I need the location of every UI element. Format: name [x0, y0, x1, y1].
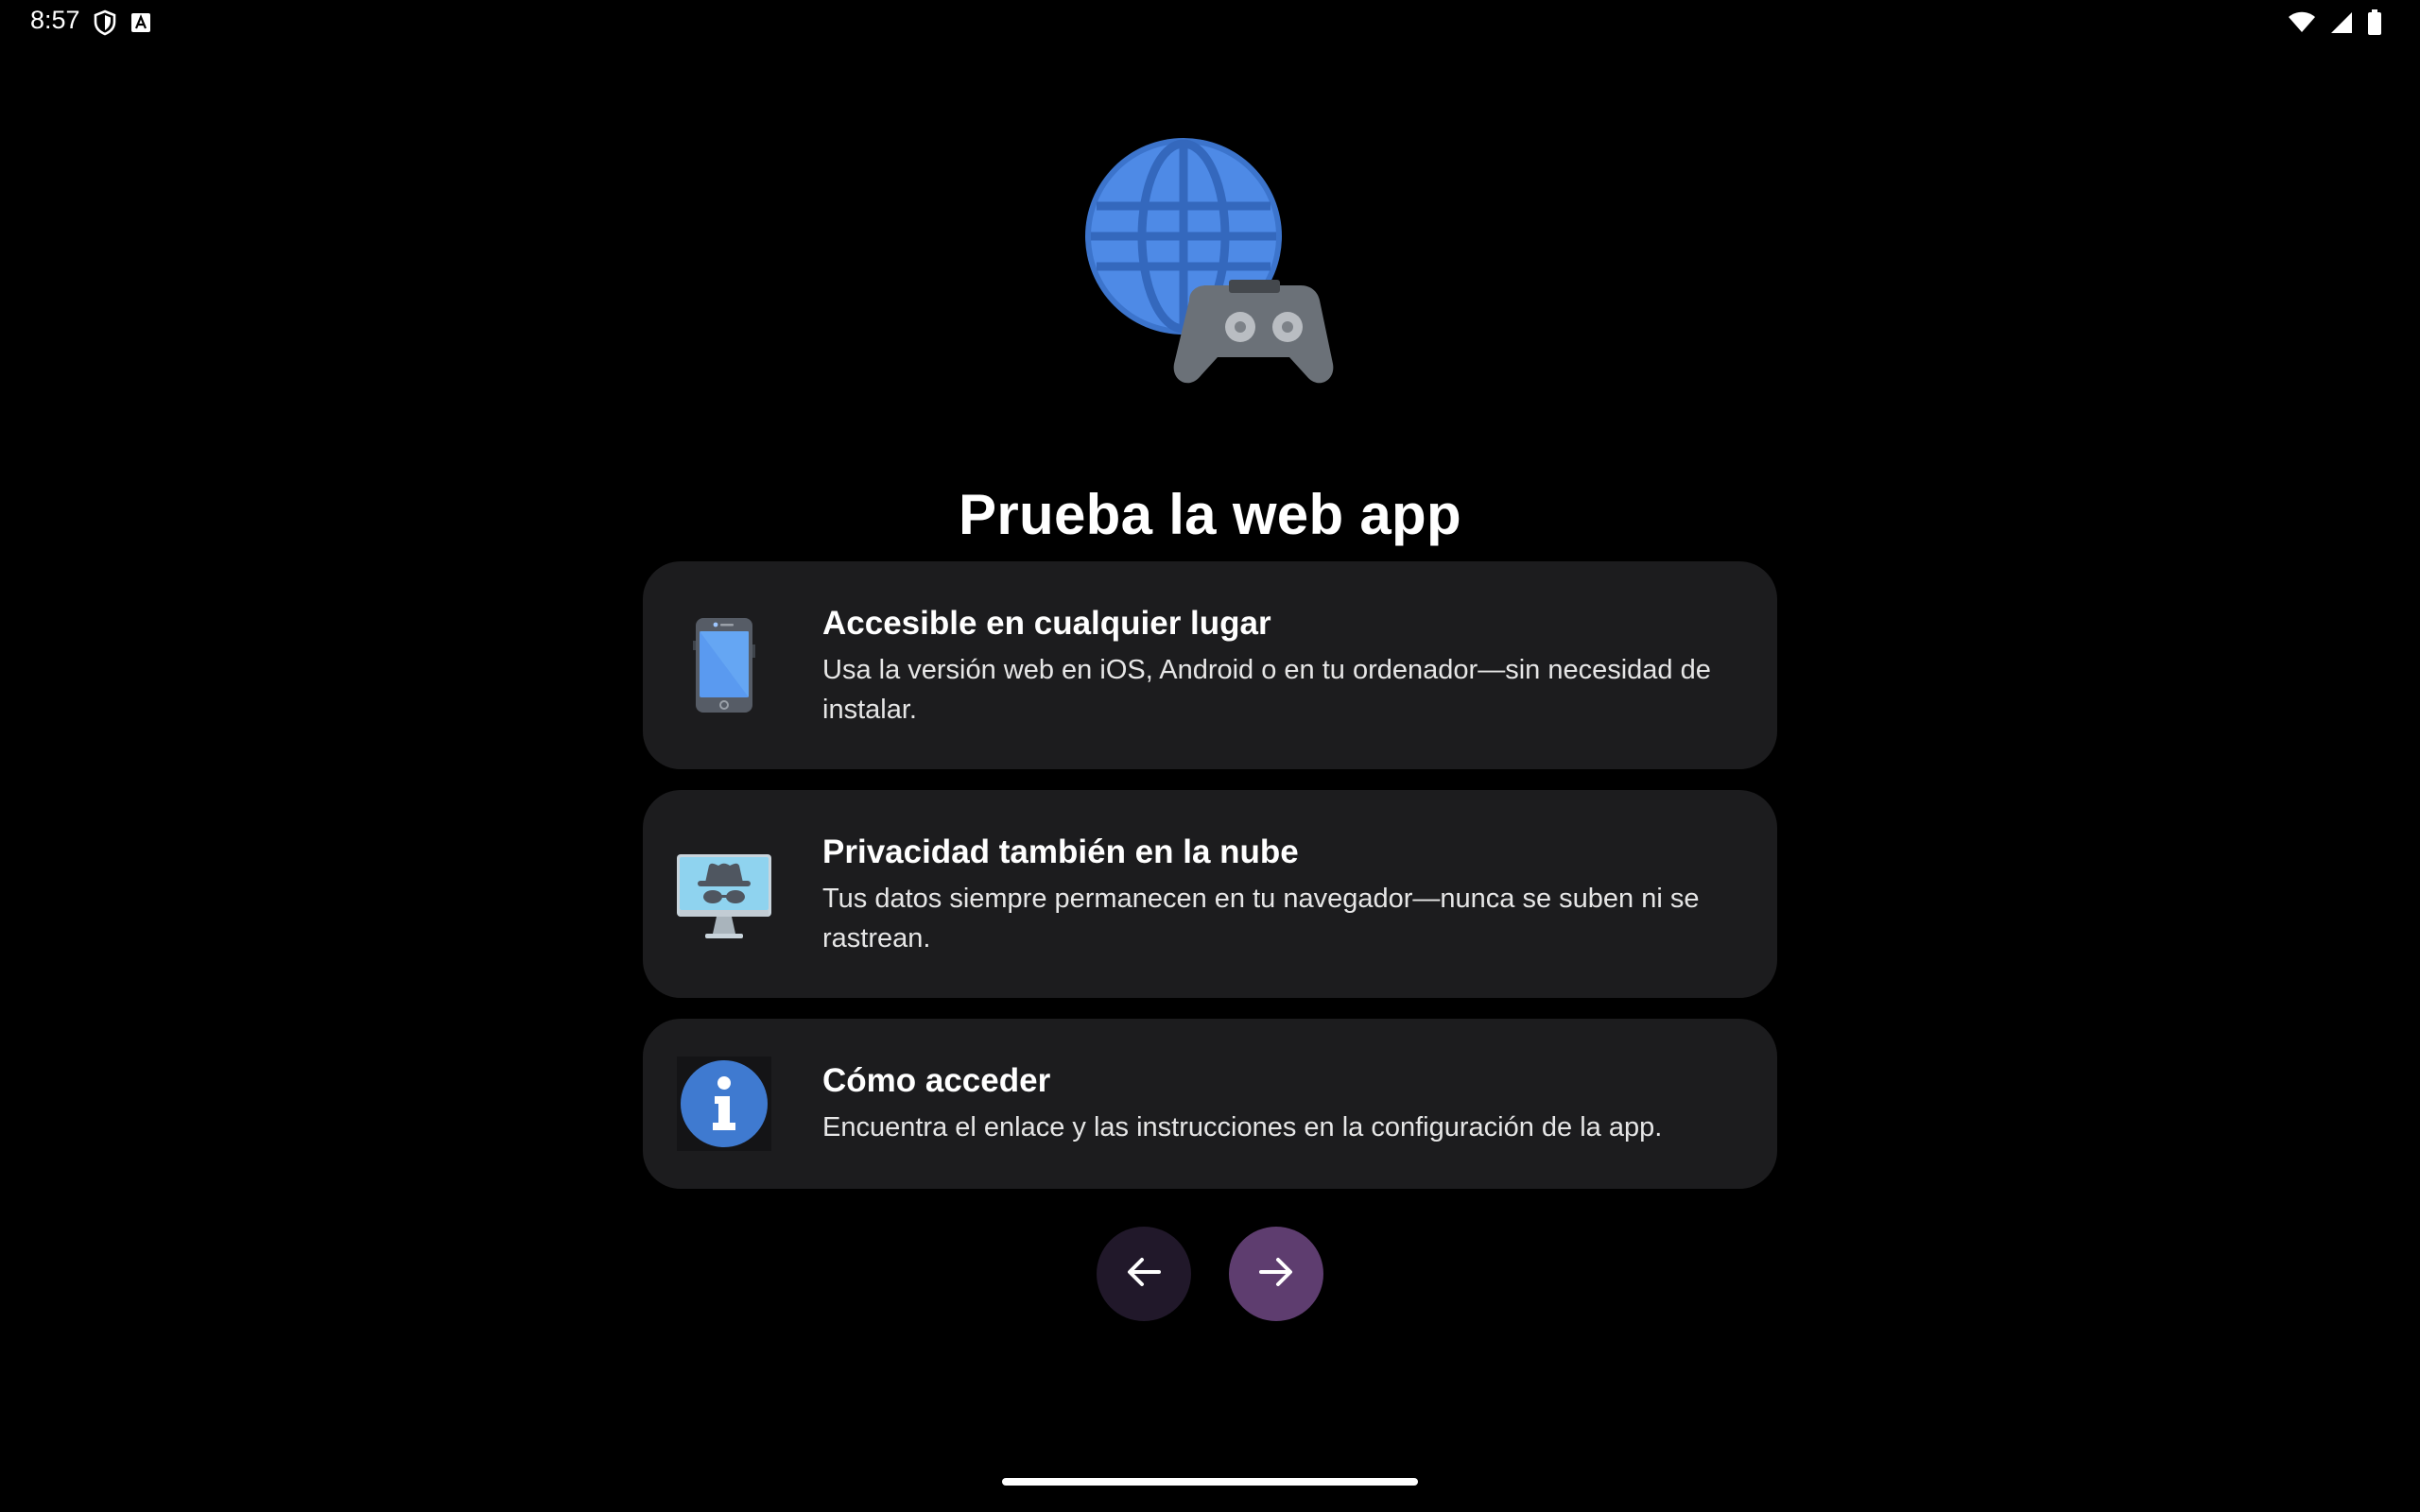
card-title: Accesible en cualquier lugar	[822, 605, 1271, 642]
status-bar: 8:57	[0, 0, 2420, 45]
feature-card-privacy: Privacidad también en la nube Tus datos …	[643, 790, 1777, 998]
card-description: Encuentra el enlace y las instrucciones …	[822, 1112, 1663, 1143]
next-button[interactable]	[1229, 1227, 1323, 1321]
signal-icon	[2329, 10, 2354, 35]
incognito-monitor-icon	[677, 847, 771, 941]
page-title: Prueba la web app	[959, 483, 1461, 547]
smartphone-icon	[677, 618, 771, 713]
card-title: Cómo acceder	[822, 1062, 1051, 1099]
card-text: Cómo acceder Encuentra el enlace y las i…	[822, 1062, 1739, 1147]
status-time: 8:57	[30, 6, 80, 34]
feature-card-accessible: Accesible en cualquier lugar Usa la vers…	[643, 561, 1777, 769]
back-button[interactable]	[1097, 1227, 1191, 1321]
info-icon	[677, 1057, 771, 1151]
battery-icon	[2367, 9, 2382, 36]
card-title: Privacidad también en la nube	[822, 833, 1299, 870]
arrow-right-icon	[1255, 1251, 1297, 1297]
hero-illustration	[1078, 132, 1342, 397]
card-text: Accesible en cualquier lugar Usa la vers…	[822, 605, 1739, 730]
status-left-icons	[93, 9, 151, 36]
feature-card-how-to-access: Cómo acceder Encuentra el enlace y las i…	[643, 1019, 1777, 1189]
onboarding-screen: 8:57 Prueba la web app Accesible en cual…	[0, 0, 2420, 1512]
shield-icon	[93, 9, 117, 36]
status-right-icons	[2288, 9, 2382, 36]
wifi-icon	[2288, 11, 2316, 34]
card-description: Usa la versión web en iOS, Android o en …	[822, 655, 1711, 725]
gesture-navigation-bar[interactable]	[1002, 1478, 1418, 1486]
card-text: Privacidad también en la nube Tus datos …	[822, 833, 1739, 958]
card-description: Tus datos siempre permanecen en tu naveg…	[822, 884, 1700, 954]
gamepad-icon	[1173, 280, 1334, 384]
arrow-left-icon	[1123, 1251, 1165, 1297]
accessibility-a-icon	[130, 12, 151, 33]
